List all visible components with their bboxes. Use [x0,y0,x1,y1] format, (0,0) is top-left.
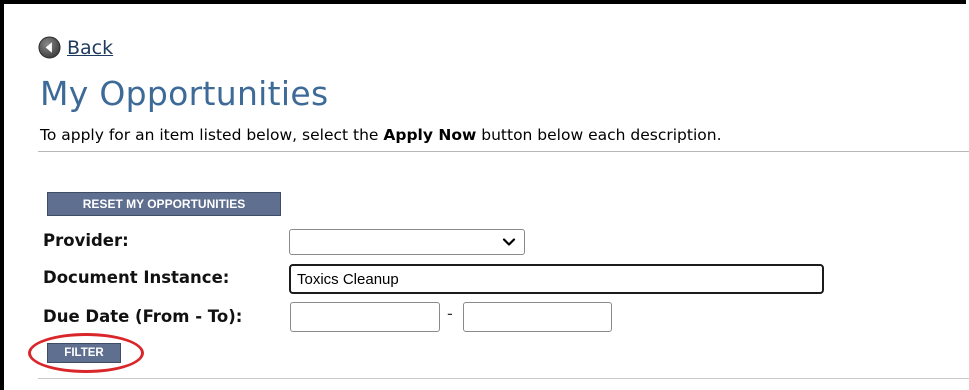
back-link-label: Back [67,36,114,59]
document-instance-label: Document Instance: [43,268,230,287]
due-date-label: Due Date (From - To): [43,307,243,326]
provider-label: Provider: [43,231,129,250]
chevron-down-icon [502,238,516,246]
instructions-apply-now: Apply Now [383,126,477,144]
back-link[interactable]: Back [38,36,113,59]
divider-top [38,151,969,152]
due-date-separator: - [447,304,453,323]
filter-button[interactable]: FILTER [47,343,121,363]
back-arrow-circle-icon [38,36,61,59]
document-instance-input[interactable] [289,264,824,294]
provider-select[interactable] [289,229,525,255]
due-date-to-input[interactable] [463,302,612,332]
instructions-suffix: button below each description. [476,126,722,144]
divider-bottom [38,378,969,379]
due-date-from-input[interactable] [290,302,440,332]
page-title: My Opportunities [40,74,329,113]
instructions-prefix: To apply for an item listed below, selec… [40,126,384,144]
reset-my-opportunities-button[interactable]: RESET MY OPPORTUNITIES [47,192,281,216]
instructions-text: To apply for an item listed below, selec… [40,126,722,144]
